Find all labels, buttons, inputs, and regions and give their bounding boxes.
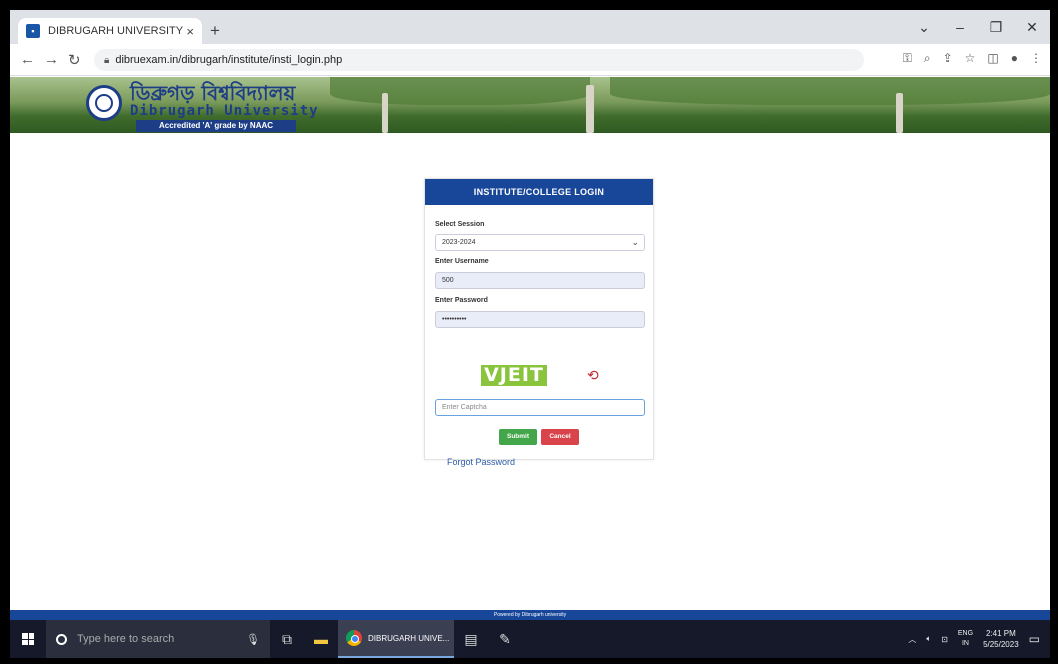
university-emblem-icon xyxy=(86,85,122,121)
password-input[interactable]: •••••••••• xyxy=(435,311,645,328)
screen: ▪ DIBRUGARH UNIVERSITY × + ⌄ – ❐ ✕ ← → ↻… xyxy=(10,10,1050,658)
minimize-button[interactable]: – xyxy=(942,10,978,44)
chevron-down-icon: ⌄ xyxy=(631,237,639,247)
session-value: 2023-2024 xyxy=(442,239,476,246)
banner-tree-trunk xyxy=(382,93,388,133)
session-select[interactable]: 2023-2024 ⌄ xyxy=(435,234,645,251)
login-card: INSTITUTE/COLLEGE LOGIN Select Session 2… xyxy=(424,178,654,467)
cortana-icon xyxy=(56,633,67,645)
banner-foliage xyxy=(610,77,1050,105)
university-logo[interactable]: ডিব্ৰুগড় বিশ্ববিদ্যালয় Dibrugarh Unive… xyxy=(78,79,318,132)
clock-time: 2:41 PM xyxy=(985,629,1016,638)
lock-icon[interactable]: 🔒︎ xyxy=(104,55,109,66)
lang-bottom: IN xyxy=(961,640,969,647)
taskbar: Type here to search 🎙︎ ⧉ ▬ DIBRUGARH UNI… xyxy=(10,620,1050,658)
banner-foliage xyxy=(330,77,590,105)
bookmark-star-icon[interactable]: ☆ xyxy=(965,51,976,66)
key-icon[interactable]: ⚿ xyxy=(903,51,912,66)
zoom-icon[interactable]: ⌕ xyxy=(924,51,931,66)
tab-title: DIBRUGARH UNIVERSITY xyxy=(48,25,184,37)
captcha-input[interactable]: Enter Captcha xyxy=(435,399,645,416)
browser-tab[interactable]: ▪ DIBRUGARH UNIVERSITY × xyxy=(18,18,202,44)
network-icon[interactable]: ⊡ xyxy=(941,635,948,644)
submit-button[interactable]: Submit xyxy=(499,429,537,445)
forward-icon[interactable]: → xyxy=(44,51,59,68)
close-window-button[interactable]: ✕ xyxy=(1014,10,1050,44)
login-heading: INSTITUTE/COLLEGE LOGIN xyxy=(425,179,653,205)
username-input[interactable]: 500 xyxy=(435,272,645,289)
url-text: dibruexam.in/dibrugarh/institute/insti_l… xyxy=(115,54,343,66)
window-controls: ⌄ – ❐ ✕ xyxy=(906,10,1050,44)
task-view-icon[interactable]: ⧉ xyxy=(270,620,304,658)
restore-button[interactable]: ❐ xyxy=(978,10,1014,44)
password-label: Enter Password xyxy=(435,297,488,304)
pinned-app-icon-2[interactable]: ✎ xyxy=(488,620,522,658)
new-tab-button[interactable]: + xyxy=(210,21,220,41)
session-label: Select Session xyxy=(435,221,485,228)
university-banner: ডিব্ৰুগড় বিশ্ববিদ্যালয় Dibrugarh Unive… xyxy=(10,77,1050,133)
menu-icon[interactable]: ⋮ xyxy=(1030,51,1042,66)
chrome-icon xyxy=(346,630,362,646)
forgot-password-link[interactable]: Forgot Password xyxy=(447,457,515,467)
chevron-up-icon[interactable]: ︿ xyxy=(908,634,916,645)
system-tray: ︿ 🔈︎ ⊡ ENG IN 2:41 PM 5/25/2023 ▭ xyxy=(903,620,1050,658)
notifications-icon[interactable]: ▭ xyxy=(1029,632,1040,646)
reload-icon[interactable]: ↻ xyxy=(68,51,81,69)
lang-top: ENG xyxy=(957,630,974,637)
captcha-image: VJEIT xyxy=(481,365,547,386)
tab-search-icon[interactable]: ⌄ xyxy=(906,10,942,44)
toolbar-icons: ⚿ ⌕ ⇪ ☆ ◫ ● ⋮ xyxy=(903,51,1042,66)
browser-tabstrip: ▪ DIBRUGARH UNIVERSITY × + ⌄ – ❐ ✕ xyxy=(10,10,1050,44)
profile-icon[interactable]: ● xyxy=(1011,51,1018,66)
microphone-icon[interactable]: 🎙︎ xyxy=(246,633,260,646)
start-button[interactable] xyxy=(10,620,46,658)
clock-date: 5/25/2023 xyxy=(983,640,1019,649)
cancel-button[interactable]: Cancel xyxy=(541,429,579,445)
back-icon[interactable]: ← xyxy=(20,51,35,68)
chrome-taskbar-app[interactable]: DIBRUGARH UNIVE... xyxy=(338,620,454,658)
taskbar-app-label: DIBRUGARH UNIVE... xyxy=(368,633,450,643)
logo-english-title: Dibrugarh University xyxy=(130,103,319,119)
browser-toolbar: ← → ↻ 🔒︎ dibruexam.in/dibrugarh/institut… xyxy=(10,44,1050,76)
tab-close-icon[interactable]: × xyxy=(186,24,194,39)
login-form: Select Session 2023-2024 ⌄ Enter Usernam… xyxy=(425,205,653,467)
sidebar-icon[interactable]: ◫ xyxy=(987,51,998,66)
language-indicator[interactable]: ENG IN xyxy=(958,629,973,649)
taskbar-search[interactable]: Type here to search 🎙︎ xyxy=(46,620,270,658)
naac-accreditation: Accredited 'A' grade by NAAC xyxy=(136,120,296,132)
clock[interactable]: 2:41 PM 5/25/2023 xyxy=(983,628,1019,650)
page-footer: Powered by Dibrugarh university xyxy=(10,610,1050,620)
username-label: Enter Username xyxy=(435,258,489,265)
windows-icon xyxy=(22,633,34,645)
volume-icon[interactable]: 🔈︎ xyxy=(926,634,931,644)
file-explorer-icon[interactable]: ▬ xyxy=(304,620,338,658)
search-placeholder: Type here to search xyxy=(77,633,175,645)
site-favicon-icon: ▪ xyxy=(26,24,40,38)
pinned-app-icon[interactable]: ▤ xyxy=(454,620,488,658)
address-bar[interactable]: 🔒︎ dibruexam.in/dibrugarh/institute/inst… xyxy=(94,49,864,71)
banner-tree-trunk xyxy=(586,85,594,133)
refresh-captcha-icon[interactable]: ⟲ xyxy=(587,367,599,384)
share-icon[interactable]: ⇪ xyxy=(943,51,953,66)
banner-tree-trunk xyxy=(896,93,903,133)
